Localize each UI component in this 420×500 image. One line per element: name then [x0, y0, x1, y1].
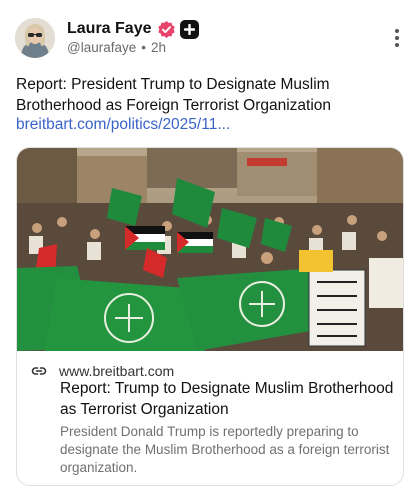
- link-preview-title[interactable]: Report: Trump to Designate Muslim Brothe…: [60, 379, 395, 420]
- avatar[interactable]: [15, 18, 55, 58]
- verified-badge-icon: [158, 20, 176, 38]
- avatar-image: [15, 18, 55, 58]
- meta-separator: •: [141, 40, 146, 55]
- link-preview-image: [17, 148, 403, 351]
- link-icon: [31, 366, 47, 375]
- post-timestamp[interactable]: 2h: [151, 40, 166, 55]
- social-post: Laura Faye @laurafaye • 2h Report: Presi…: [0, 0, 420, 500]
- post-text: Report: President Trump to Designate Mus…: [16, 76, 332, 114]
- post-link[interactable]: breitbart.com/politics/2025/11...: [16, 115, 230, 135]
- author-name-row: Laura Faye: [67, 19, 200, 39]
- link-preview-card[interactable]: www.breitbart.com Report: Trump to Desig…: [16, 147, 404, 486]
- more-options-icon[interactable]: [394, 28, 400, 48]
- author-display-name[interactable]: Laura Faye: [67, 20, 151, 38]
- author-meta: @laurafaye • 2h: [67, 40, 166, 55]
- author-handle[interactable]: @laurafaye: [67, 40, 136, 55]
- plus-badge-icon: [180, 19, 200, 39]
- link-preview-domain: www.breitbart.com: [59, 362, 175, 379]
- link-preview-description: President Donald Trump is reportedly pre…: [60, 424, 390, 475]
- link-preview-domain-row: www.breitbart.com: [31, 362, 174, 379]
